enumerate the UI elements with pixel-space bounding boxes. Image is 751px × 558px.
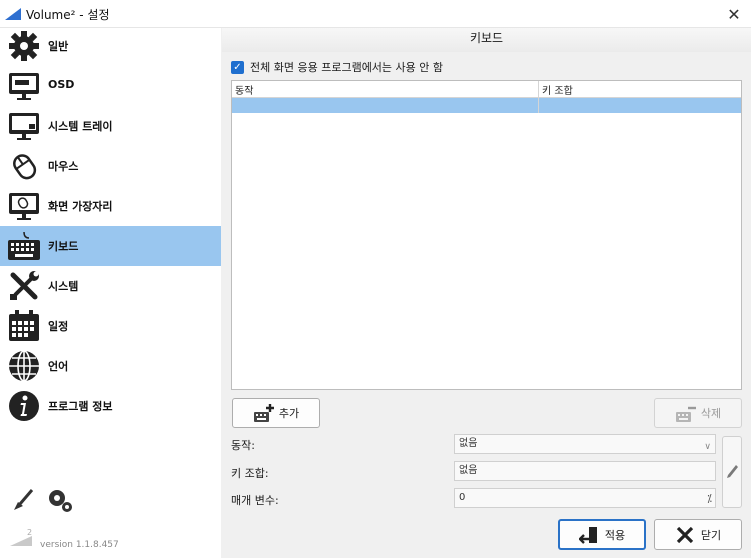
- sidebar-item-mouse[interactable]: 마우스: [0, 146, 221, 186]
- add-button-label: 추가: [278, 407, 300, 420]
- keyboard-remove-icon: [675, 406, 696, 422]
- version-label: version 1.1.8.457: [40, 540, 119, 550]
- sidebar-item-label: 시스템 트레이: [48, 120, 113, 133]
- add-hotkey-button[interactable]: 추가: [232, 398, 320, 428]
- parameter-label: 매개 변수:: [231, 494, 279, 507]
- column-header-hotkey[interactable]: 키 조합: [542, 82, 573, 97]
- sidebar-item-label: 일정: [48, 320, 69, 333]
- close-x-icon: [676, 526, 694, 543]
- sidebar-item-schedule[interactable]: 일정: [0, 306, 221, 346]
- sidebar-item-label: 프로그램 정보: [48, 400, 113, 413]
- window-title: Volume² - 설정: [26, 8, 110, 22]
- info-icon: [9, 391, 39, 421]
- brush-icon[interactable]: [10, 486, 38, 514]
- apply-button-label: 적용: [604, 528, 626, 542]
- hotkey-input[interactable]: 없음: [454, 461, 716, 481]
- sidebar-item-label: OSD: [48, 78, 75, 91]
- calendar-icon: [9, 310, 39, 341]
- action-label: 동작:: [231, 439, 255, 452]
- settings-gear-icon[interactable]: [46, 486, 74, 514]
- percent-icon[interactable]: ⁒: [707, 490, 712, 508]
- gear-icon: [9, 31, 39, 61]
- sidebar-item-about[interactable]: 프로그램 정보: [0, 386, 221, 426]
- action-value: 없음: [459, 438, 478, 449]
- edit-button[interactable]: [722, 436, 742, 508]
- sidebar-item-system[interactable]: 시스템: [0, 266, 221, 306]
- volume-logo-icon: [5, 8, 21, 20]
- pencil-icon: [727, 465, 738, 478]
- sidebar: 일반 OSD 시스템 트레이 마우스 화면 가장자리 키보드 시스템 일정 언어…: [0, 28, 221, 558]
- table-row[interactable]: [232, 98, 741, 113]
- sidebar-item-label: 일반: [48, 40, 69, 53]
- globe-icon: [9, 350, 39, 382]
- apply-icon: [578, 526, 597, 544]
- screen-edge-icon: [9, 193, 39, 220]
- page-title: 키보드: [222, 28, 751, 52]
- delete-hotkey-button[interactable]: 삭제: [654, 398, 742, 428]
- sidebar-item-system-tray[interactable]: 시스템 트레이: [0, 106, 221, 146]
- chevron-down-icon: ∨: [704, 442, 711, 452]
- sidebar-item-label: 키보드: [48, 240, 79, 253]
- fullscreen-disable-checkbox[interactable]: ✓ 전체 화면 응용 프로그램에서는 사용 안 함: [231, 59, 443, 75]
- column-divider: [538, 81, 539, 113]
- version-mark-text: 2: [27, 528, 32, 537]
- sidebar-item-osd[interactable]: OSD: [0, 66, 221, 106]
- parameter-input[interactable]: 0 ⁒: [454, 488, 716, 508]
- close-button[interactable]: 닫기: [654, 519, 742, 550]
- keyboard-add-icon: [253, 404, 274, 422]
- table-header: 동작 키 조합: [232, 81, 741, 98]
- close-window-button[interactable]: ✕: [717, 0, 751, 28]
- checkbox-checked-icon[interactable]: ✓: [231, 60, 244, 74]
- tray-monitor-icon: [9, 113, 39, 140]
- close-button-label: 닫기: [700, 528, 722, 542]
- sidebar-item-label: 시스템: [48, 280, 79, 293]
- sidebar-item-keyboard[interactable]: 키보드: [0, 226, 221, 266]
- sidebar-item-label: 언어: [48, 360, 69, 373]
- action-select[interactable]: 없음 ∨: [454, 434, 716, 454]
- checkbox-label: 전체 화면 응용 프로그램에서는 사용 안 함: [250, 61, 444, 74]
- sidebar-item-screen-edge[interactable]: 화면 가장자리: [0, 186, 221, 226]
- hotkey-table[interactable]: 동작 키 조합: [231, 80, 742, 390]
- sidebar-item-general[interactable]: 일반: [0, 26, 221, 66]
- sidebar-item-language[interactable]: 언어: [0, 346, 221, 386]
- monitor-icon: [9, 73, 39, 100]
- mouse-icon: [13, 154, 37, 180]
- tools-icon: [10, 271, 39, 300]
- delete-button-label: 삭제: [700, 407, 722, 420]
- column-header-action[interactable]: 동작: [235, 82, 253, 97]
- hotkey-value: 없음: [459, 465, 478, 476]
- hotkey-label: 키 조합:: [231, 467, 269, 480]
- title-bar: Volume² - 설정 ✕: [0, 0, 751, 28]
- close-icon: ✕: [727, 4, 741, 24]
- volume-mark-icon: 2: [10, 528, 32, 546]
- sidebar-item-label: 마우스: [48, 160, 79, 173]
- apply-button[interactable]: 적용: [558, 519, 646, 550]
- keyboard-icon: [8, 231, 40, 260]
- sidebar-item-label: 화면 가장자리: [48, 200, 113, 213]
- parameter-value: 0: [459, 492, 466, 503]
